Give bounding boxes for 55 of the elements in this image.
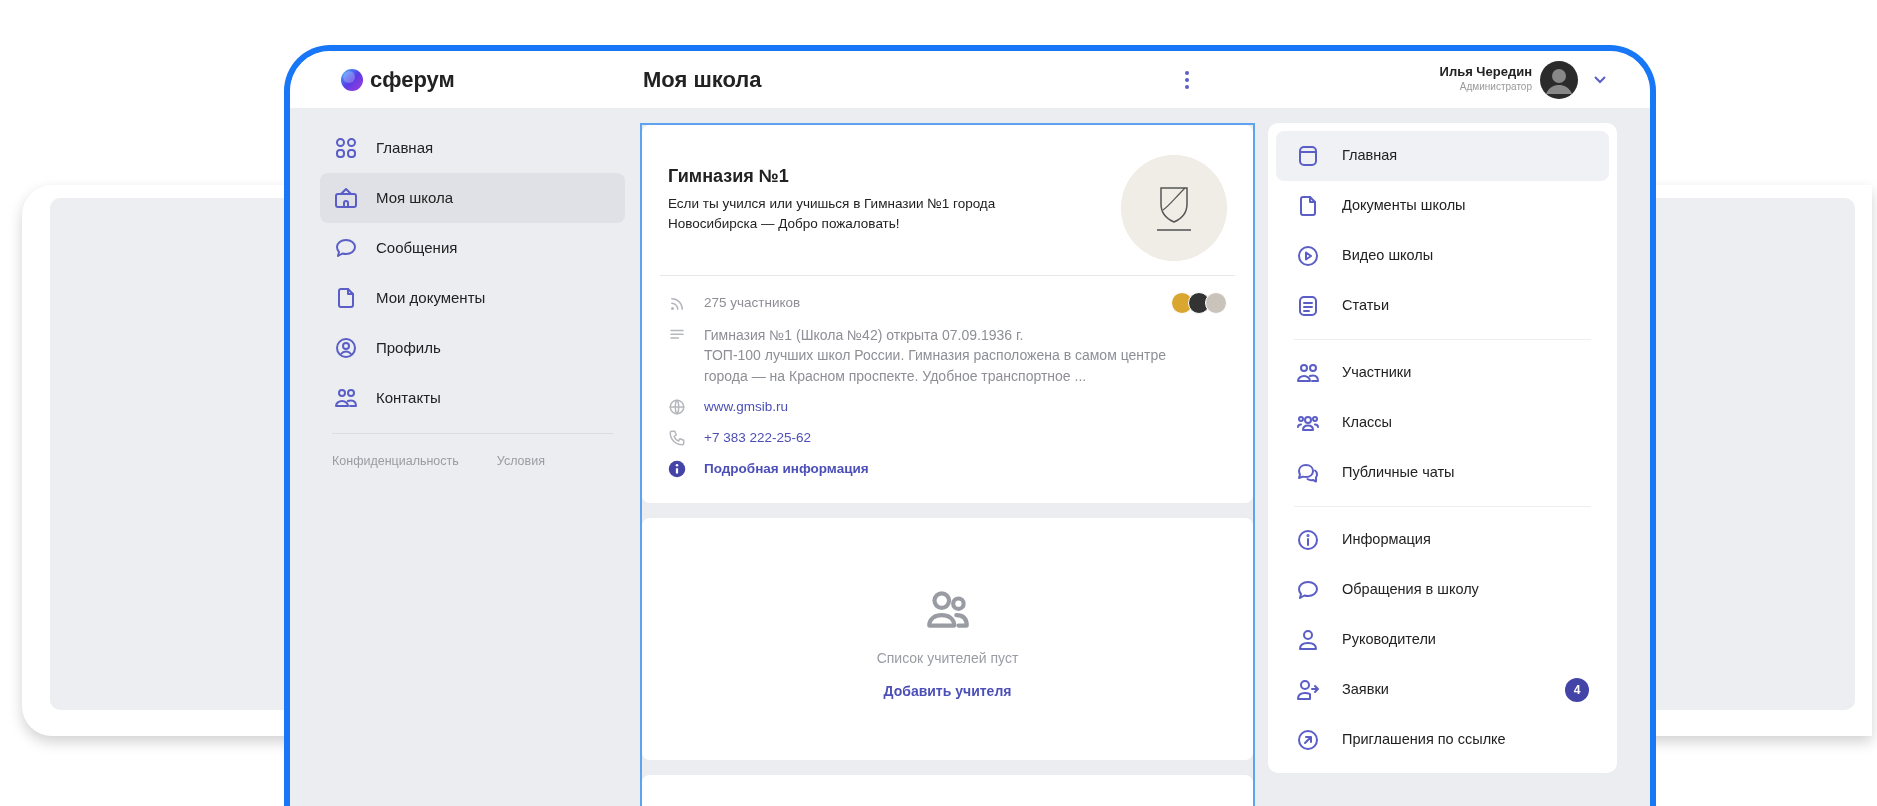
menu-item[interactable]: Главная [1276,131,1609,181]
person-arrow-icon [1296,678,1320,702]
window-icon [1296,144,1320,168]
logo-text: сферум [370,66,455,94]
people-icon [334,386,358,410]
chat-icon [1296,578,1320,602]
sidebar-item[interactable]: Моя школа [320,173,625,223]
grid-icon [334,136,358,160]
article-icon [1296,294,1320,318]
school-name: Гимназия №1 [668,165,790,188]
phone-link[interactable]: +7 383 222-25-62 [704,428,811,449]
menu-item[interactable]: Приглашения по ссылке [1276,715,1609,765]
chat-icon [334,236,358,260]
school-description: Гимназия №1 (Школа №42) открыта 07.09.1936 г. ТОП-100 лучших школ России. Гимназия расположена в самом центре города — на Красном проспекте. Удобное транспортное ... [704,326,1168,386]
member-avatars [1171,292,1227,314]
person-icon [1296,628,1320,652]
menu-item[interactable]: Видео школы [1276,231,1609,281]
menu-item[interactable]: Классы [1276,398,1609,448]
globe-icon [668,397,686,416]
school-icon [334,186,358,210]
profile-icon [334,336,358,360]
menu-item[interactable]: Статьи [1276,281,1609,331]
sidebar-item[interactable]: Главная [320,123,625,173]
school-tagline: Если ты учился или учишься в Гимназии №1 города Новосибирска — Добро пожаловать! [668,195,997,234]
count-badge: 4 [1565,678,1589,702]
info-icon [1296,528,1320,552]
arrow-circle-icon [1296,728,1320,752]
sidebar-item[interactable]: Мои документы [320,273,625,323]
avatar-icon[interactable] [1540,60,1578,99]
user-name: Илья Чередин [1439,64,1532,80]
people-icon [1296,361,1320,385]
menu-item[interactable]: Заявки 4 [1276,665,1609,715]
members-count: 275 участников [704,293,801,312]
sidebar-item[interactable]: Профиль [320,323,625,373]
sidebar-item[interactable]: Контакты [320,373,625,423]
empty-state-text: Список учителей пуст [876,648,1019,668]
add-teacher-button[interactable]: Добавить учителя [883,680,1012,702]
phone-icon [668,429,686,448]
play-icon [1296,244,1320,268]
user-role: Администратор [1458,80,1532,95]
sidebar-item[interactable]: Сообщения [320,223,625,273]
more-icon[interactable] [1183,69,1190,90]
chats-icon [1296,461,1320,485]
info-icon [668,460,686,479]
caret-icon[interactable] [1594,75,1606,84]
page-title: Моя школа [643,66,763,94]
menu-item[interactable]: Документы школы [1276,181,1609,231]
menu-item[interactable]: Информация [1276,515,1609,565]
menu-item[interactable]: Обращения в школу [1276,565,1609,615]
logo-icon [340,67,364,92]
menu-item[interactable]: Участники [1276,348,1609,398]
details-link[interactable]: Подробная информация [704,459,869,480]
menu-item[interactable]: Руководители [1276,615,1609,665]
website-link[interactable]: www.gmsib.ru [704,396,789,418]
menu-item[interactable]: Публичные чаты [1276,448,1609,498]
